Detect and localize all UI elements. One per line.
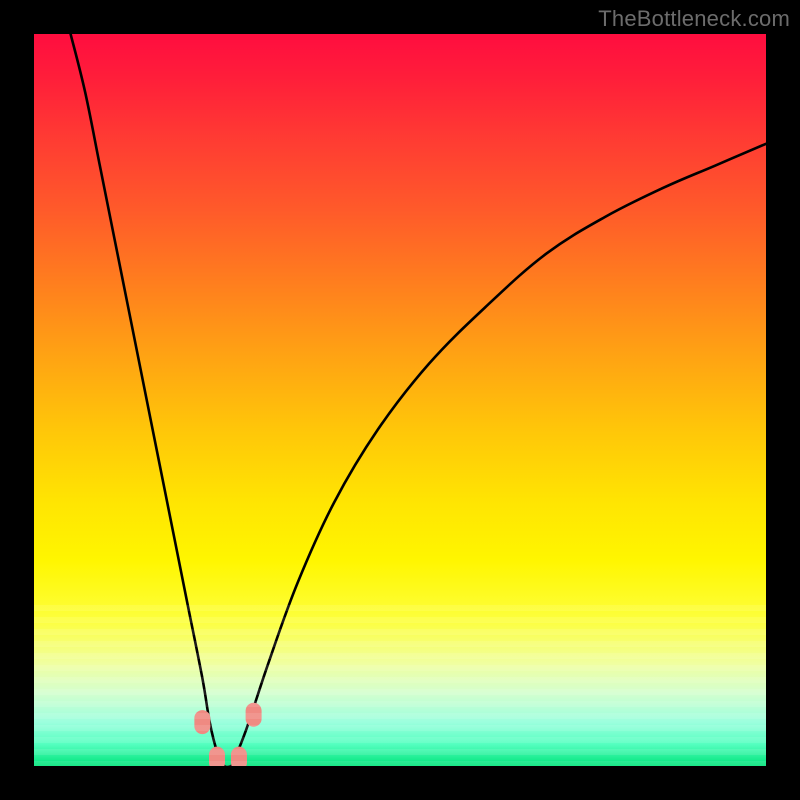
curve-left [71, 34, 232, 766]
chart-frame: TheBottleneck.com [0, 0, 800, 800]
markers-group [194, 703, 261, 766]
marker-3 [246, 703, 262, 727]
curves-group [71, 34, 766, 766]
watermark-text: TheBottleneck.com [598, 6, 790, 32]
marker-1 [209, 747, 225, 766]
marker-2 [231, 747, 247, 766]
marker-0 [194, 710, 210, 734]
curve-right [232, 144, 766, 766]
chart-svg [34, 34, 766, 766]
plot-area [34, 34, 766, 766]
